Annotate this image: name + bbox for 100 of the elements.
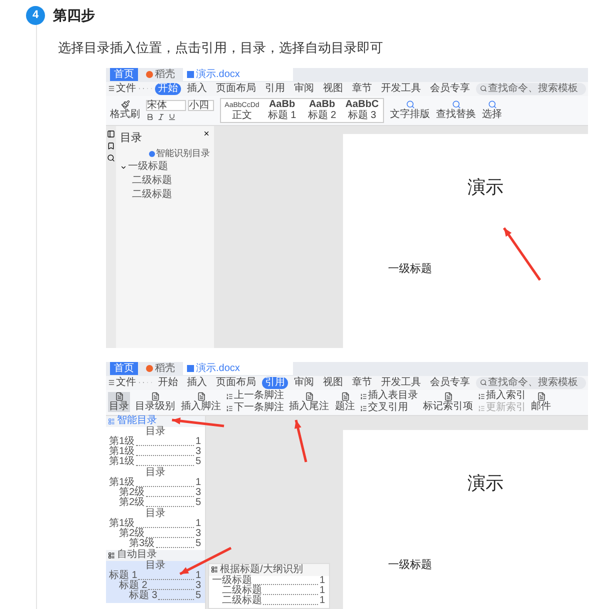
ribbon-button[interactable]: 文字排版 <box>390 100 430 120</box>
toc-entry: 第2级 <box>119 498 145 508</box>
ribbon-tab[interactable]: 会员专享 <box>427 376 473 388</box>
document-tab[interactable]: 稻壳 <box>142 362 179 375</box>
document-icon <box>536 392 546 401</box>
tool-icon <box>406 100 414 109</box>
ribbon-small-button[interactable]: 插入表目录 <box>360 391 418 401</box>
app-icon <box>146 365 153 372</box>
format-painter-button[interactable]: 格式刷 <box>110 100 140 120</box>
step-instruction: 选择目录插入位置，点击引用，目录，选择自动目录即可 <box>58 39 384 57</box>
page-number: 1 <box>195 570 201 580</box>
page-number: 1 <box>319 576 325 586</box>
file-menu[interactable]: 文件 <box>108 378 136 388</box>
ribbon-small-button[interactable]: 下一条脚注 <box>226 403 284 413</box>
ribbon-tab[interactable]: 视图 <box>320 82 346 94</box>
ribbon-button[interactable]: 插入脚注 <box>180 392 222 412</box>
ribbon-button[interactable]: 插入尾注 <box>288 392 330 412</box>
outline-item[interactable]: 二级标题 <box>132 176 172 186</box>
ribbon-button[interactable]: 标记索引项 <box>422 392 474 412</box>
menu-icon <box>108 85 115 92</box>
font-size-dropdown[interactable]: 小四 <box>188 100 214 110</box>
document-icon <box>340 392 350 401</box>
toc-entry: 标题 3 <box>129 590 158 600</box>
ribbon-tab[interactable]: 章节 <box>349 82 375 94</box>
ribbon-tab[interactable]: 视图 <box>320 376 346 388</box>
chevron-icon[interactable] <box>120 164 127 170</box>
outline-item[interactable]: 二级标题 <box>132 190 172 200</box>
ribbon-tab[interactable]: 页面布局 <box>213 376 259 388</box>
ribbon-tab[interactable]: 开发工具 <box>378 376 424 388</box>
search-field[interactable]: 查找命令、搜索模板 <box>476 376 586 388</box>
toc-entry: 第1级 <box>109 518 135 528</box>
search-icon[interactable] <box>107 154 115 162</box>
toc-preset[interactable]: 目录 第1级 1 第1级 3 第1级 5 <box>106 426 205 468</box>
document-tab[interactable]: 稻壳 <box>142 68 179 81</box>
ribbon-small-button[interactable]: 上一条脚注 <box>226 391 284 401</box>
ribbon-small-button[interactable]: 交叉引用 <box>360 403 418 413</box>
ribbon-button[interactable]: 题注 <box>334 392 356 412</box>
ribbon-button[interactable]: 选择 <box>482 100 502 120</box>
toc-preset[interactable]: 目录 第1级 1 第2级 3 第2级 5 <box>106 468 205 508</box>
search-field[interactable]: 查找命令、搜索模板 <box>476 82 586 94</box>
pointer-arrow <box>502 226 542 280</box>
document-tab[interactable]: 演示.docx <box>183 362 293 375</box>
bookmark-icon[interactable] <box>107 142 115 150</box>
page-number: 1 <box>195 436 201 446</box>
ribbon-tab[interactable]: 引用 <box>262 376 288 388</box>
toc-preset[interactable]: 目录 第1级 1 第2级 3 第3级 5 <box>106 508 205 550</box>
toc-preset[interactable]: 目录 标题 1 1 标题 2 3 标题 3 5 <box>106 560 205 602</box>
ribbon-tab[interactable]: 开始 <box>155 82 181 94</box>
smart-toc-button[interactable]: 智能识别目录 <box>149 148 214 159</box>
section-title: 智能目录 <box>117 416 157 426</box>
ribbon-tab[interactable]: 开发工具 <box>378 82 424 94</box>
style-preset[interactable]: AaBb 标题 2 <box>303 100 341 120</box>
toc-icon <box>211 566 218 573</box>
bold-icon[interactable] <box>146 112 154 120</box>
ribbon-tab[interactable]: 页面布局 <box>213 82 259 94</box>
ribbon-button[interactable]: 查找替换 <box>436 100 476 120</box>
list-icon <box>226 392 233 400</box>
style-preset[interactable]: AaBbC 标题 3 <box>343 100 381 120</box>
toc-heading: 目录 <box>146 468 166 478</box>
document-icon <box>150 392 160 401</box>
outline-icon[interactable] <box>107 130 115 138</box>
file-menu[interactable]: 文件 <box>108 84 136 94</box>
toc-heading: 目录 <box>146 560 166 570</box>
font-dropdown[interactable]: 宋体 <box>146 100 186 110</box>
toc-entry: 一级标题 <box>212 576 252 586</box>
step-number: 4 <box>26 6 45 25</box>
ribbon-button[interactable]: 目录级别 <box>134 392 176 412</box>
list-icon <box>478 404 485 412</box>
section-title: 根据标题/大纲识别 <box>220 564 303 574</box>
toc-entry: 第2级 <box>119 528 145 538</box>
ribbon-button[interactable]: 目录 <box>108 392 130 412</box>
page-number: 5 <box>195 590 201 600</box>
page-number: 3 <box>195 580 201 590</box>
document-tab[interactable]: 首页 <box>110 68 138 81</box>
ribbon-tab[interactable]: 审阅 <box>291 376 317 388</box>
document-title: 演示 <box>468 472 504 494</box>
page-number: 1 <box>319 596 325 606</box>
document-tab[interactable]: 首页 <box>110 362 138 375</box>
document-heading: 一级标题 <box>388 262 433 276</box>
outline-item[interactable]: 一级标题 <box>128 162 168 172</box>
ribbon-tab[interactable]: 引用 <box>262 82 288 94</box>
ribbon-tab[interactable]: 插入 <box>184 82 210 94</box>
panel-title: 目录 <box>120 130 142 146</box>
close-icon[interactable] <box>203 130 210 136</box>
ribbon-tab[interactable]: 审阅 <box>291 82 317 94</box>
underline-icon[interactable] <box>168 112 176 120</box>
ribbon-tab[interactable]: 开始 <box>155 376 181 388</box>
ribbon-tab[interactable]: 章节 <box>349 376 375 388</box>
ribbon-tab[interactable]: 插入 <box>184 376 210 388</box>
italic-icon[interactable] <box>157 112 165 120</box>
step-title: 第四步 <box>53 6 95 25</box>
ribbon-button[interactable]: 邮件 <box>530 392 552 412</box>
ribbon-small-button[interactable]: 插入索引 <box>478 391 526 401</box>
style-preset[interactable]: AaBb 标题 1 <box>263 100 301 120</box>
list-icon <box>360 392 367 400</box>
toc-entry: 第1级 <box>109 456 135 466</box>
ribbon-tab[interactable]: 会员专享 <box>427 82 473 94</box>
pointer-arrow <box>294 419 308 462</box>
document-tab[interactable]: 演示.docx <box>183 68 293 81</box>
document-title: 演示 <box>468 176 504 198</box>
